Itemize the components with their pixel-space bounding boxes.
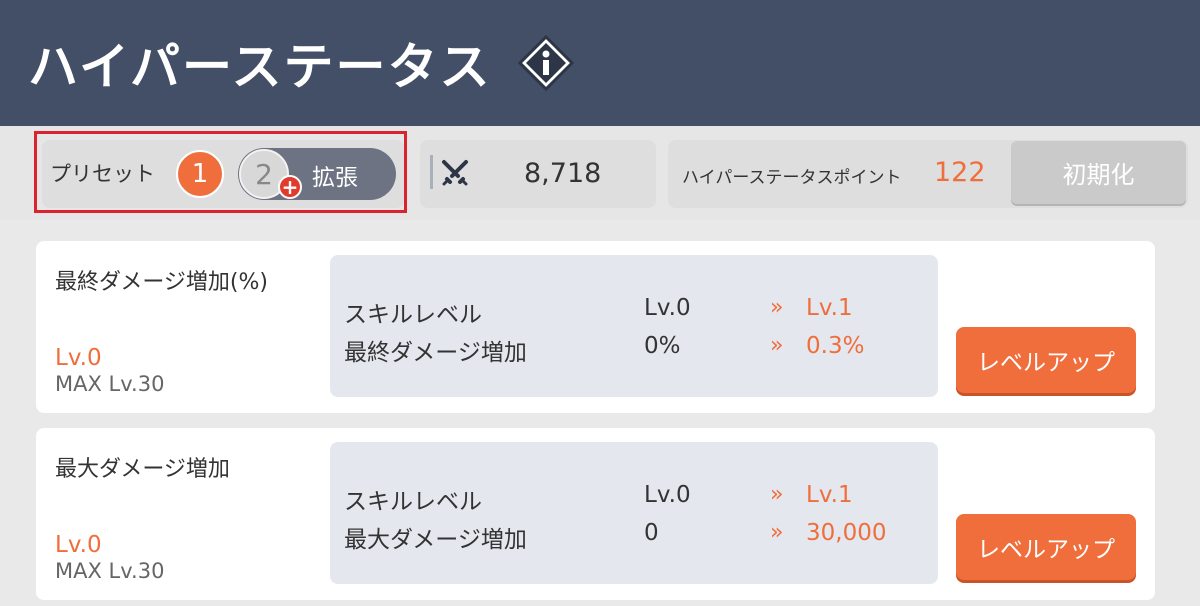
reset-button[interactable]: 初期化 [1011, 141, 1186, 204]
stat-name: 最終ダメージ増加(%) [55, 270, 268, 295]
stat-card: 最終ダメージ増加(%) Lv.0 MAX Lv.30 スキルレベル Lv.0 »… [36, 241, 1155, 413]
stat-name: 最大ダメージ増加 [55, 457, 230, 482]
detail-current: 0 [644, 520, 659, 546]
detail-label: 最大ダメージ増加 [344, 527, 527, 553]
plus-icon: + [278, 175, 302, 199]
detail-label: スキルレベル [344, 489, 482, 515]
info-icon[interactable] [517, 35, 574, 91]
page-title: ハイパーステータス [28, 38, 492, 96]
double-chevron-icon: » [770, 520, 784, 545]
preset-label: プリセット [50, 162, 155, 186]
stat-level: Lv.0 [55, 532, 102, 558]
expand-label: 拡張 [312, 165, 358, 191]
level-up-button[interactable]: レベルアップ [956, 327, 1136, 393]
detail-current: Lv.0 [644, 482, 691, 508]
detail-current: Lv.0 [644, 295, 691, 321]
stat-card: 最大ダメージ増加 Lv.0 MAX Lv.30 スキルレベル Lv.0 » Lv… [36, 428, 1155, 600]
preset-slot-1-button[interactable]: 1 [176, 150, 224, 198]
detail-next: Lv.1 [806, 295, 853, 321]
double-chevron-icon: » [770, 482, 784, 507]
detail-label: 最終ダメージ増加 [344, 340, 527, 366]
divider [430, 155, 433, 189]
detail-next: 0.3% [806, 333, 865, 359]
stat-detail-panel: スキルレベル Lv.0 » Lv.1 最終ダメージ増加 0% » 0.3% [330, 255, 938, 397]
level-up-button[interactable]: レベルアップ [956, 514, 1136, 580]
detail-next: Lv.1 [806, 482, 853, 508]
double-chevron-icon: » [770, 333, 784, 358]
hyper-points-value: 122 [934, 157, 986, 188]
detail-label: スキルレベル [344, 302, 482, 328]
stat-max-level: MAX Lv.30 [55, 372, 165, 396]
stat-max-level: MAX Lv.30 [55, 559, 165, 583]
header-bar: ハイパーステータス [0, 0, 1200, 126]
hyper-points-label: ハイパーステータスポイント [682, 168, 902, 188]
stat-detail-panel: スキルレベル Lv.0 » Lv.1 最大ダメージ増加 0 » 30,000 [330, 442, 938, 584]
stat-level: Lv.0 [55, 345, 102, 371]
detail-next: 30,000 [806, 520, 887, 546]
crossed-swords-icon [442, 160, 468, 186]
double-chevron-icon: » [770, 295, 784, 320]
combat-power-value: 8,718 [524, 158, 602, 189]
detail-current: 0% [644, 333, 681, 359]
